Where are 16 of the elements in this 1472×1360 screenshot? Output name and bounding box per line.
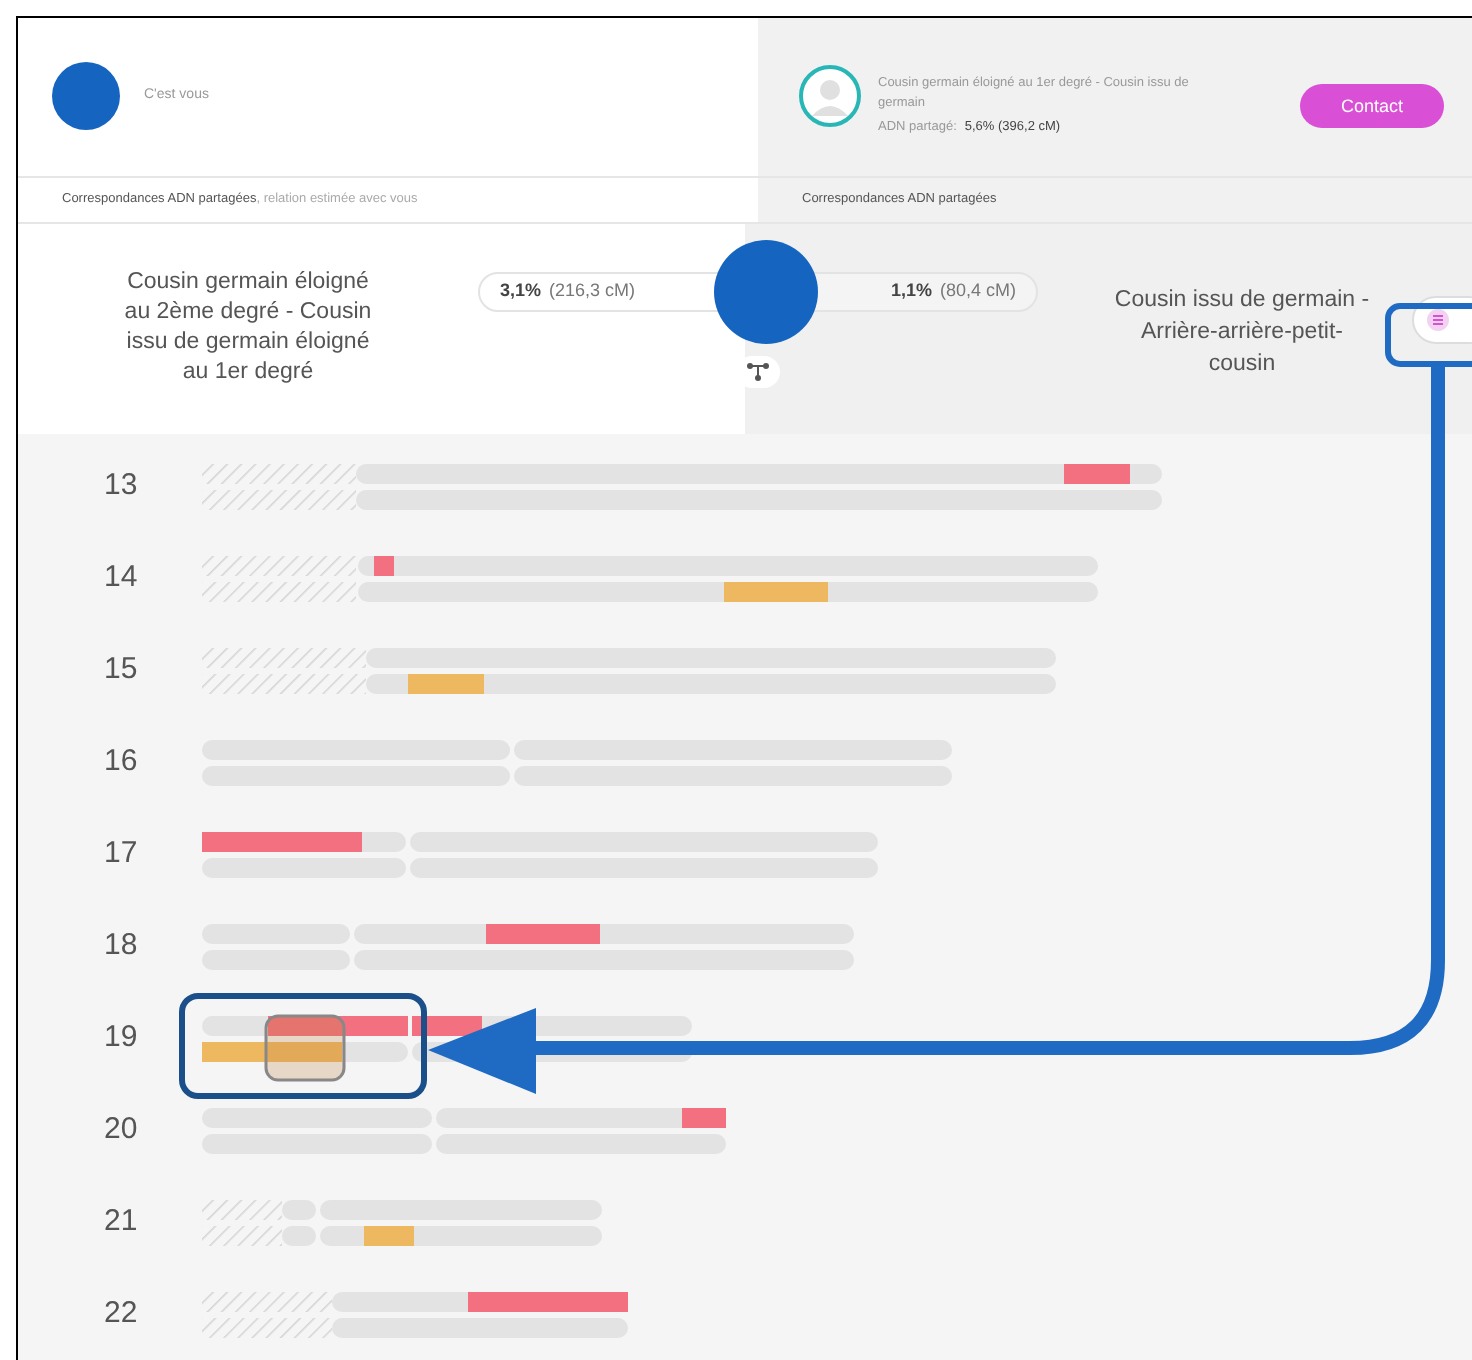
chromosome-number: 18	[102, 925, 140, 966]
chromosome-number: 22	[102, 1293, 140, 1334]
chromosome-number: 21	[102, 1201, 140, 1242]
chromosome-number: 13	[102, 465, 140, 506]
chromosome-number: 17	[102, 833, 140, 874]
person-avatar-icon	[798, 64, 862, 129]
chromosome-number: 19	[102, 1017, 140, 1058]
chromosome-number: 16	[102, 741, 140, 782]
highlight-frame	[264, 1014, 346, 1082]
left-relation: Cousin germain éloigné au 2ème degré - Cousin issu de germain éloigné au 1er degré	[122, 268, 374, 389]
right-relation: Cousin issu de germain - Arrière-arrière-petit-cousin	[1112, 286, 1372, 381]
avatar	[52, 62, 120, 131]
callout-frame	[1385, 303, 1472, 367]
chromosome-number: 14	[102, 557, 140, 598]
chromosome-number: 15	[102, 649, 140, 690]
chromosome-number: 20	[102, 1109, 140, 1150]
